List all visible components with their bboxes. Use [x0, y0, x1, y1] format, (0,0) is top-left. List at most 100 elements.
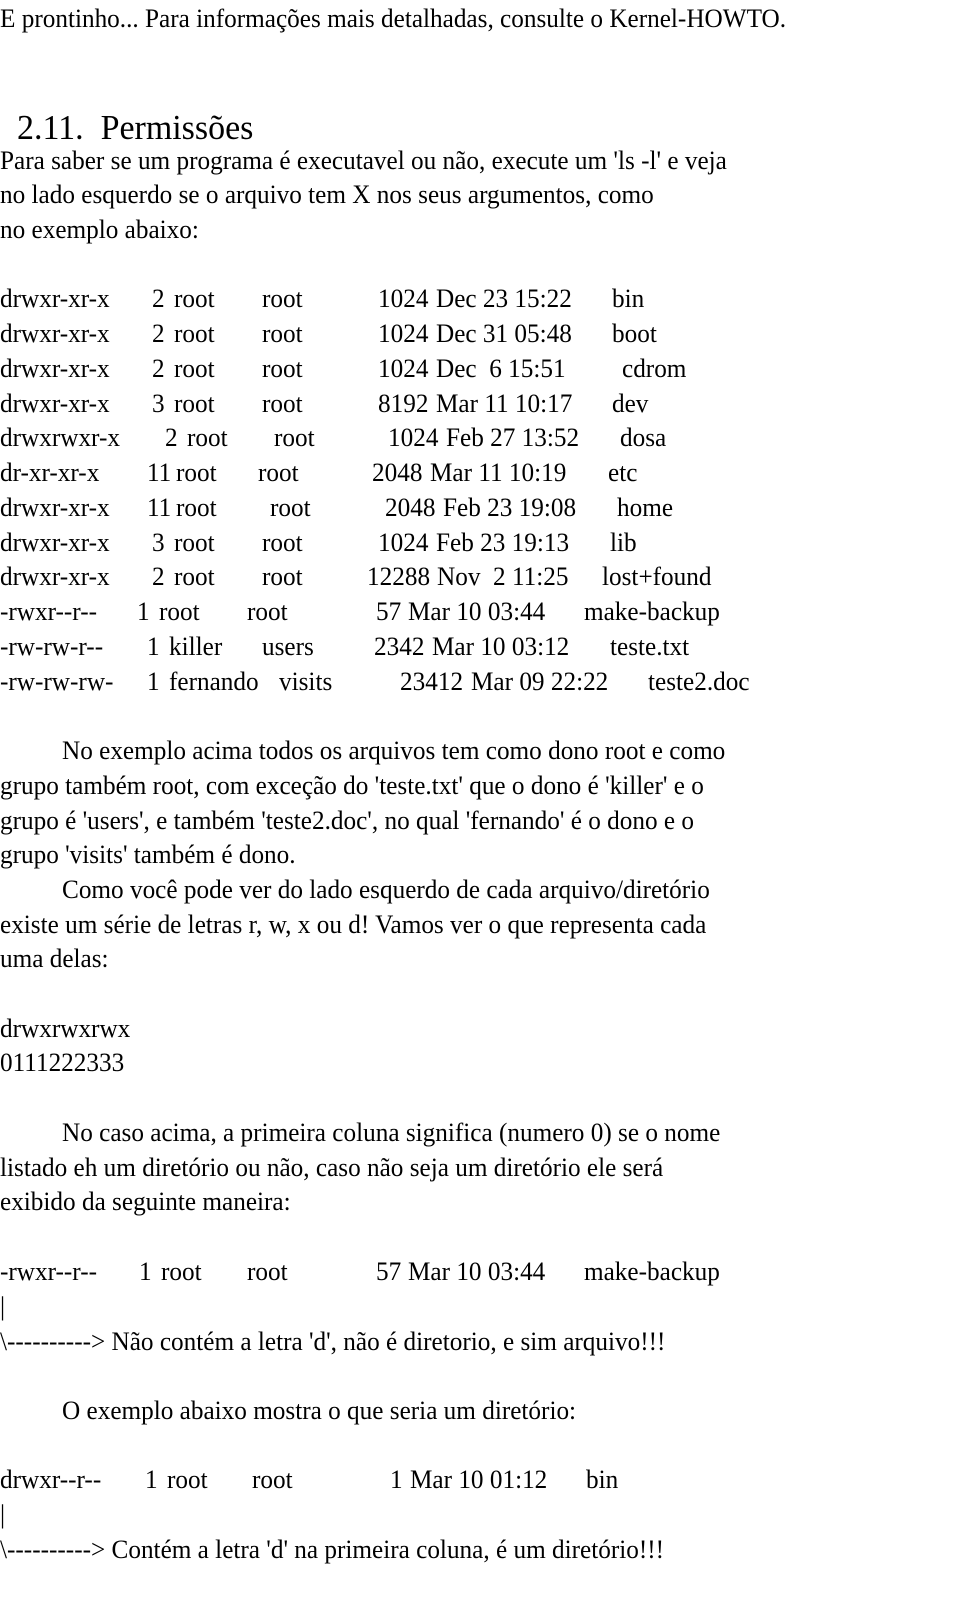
file-example-links: 1 [139, 1257, 152, 1286]
dir-example-pipe: | [0, 1500, 6, 1529]
paragraph-1-line: no lado esquerdo se o arquivo tem X nos … [0, 180, 654, 209]
listing-date: Mar 11 10:19 [430, 458, 567, 487]
listing-perms: -rwxr--r-- [0, 597, 98, 626]
listing-links: 1 [147, 632, 160, 661]
listing-row: drwxr-xr-x 3 root root 1024 Feb 23 19:13… [0, 526, 960, 560]
file-example-group: root [247, 1257, 288, 1286]
listing-name: dev [612, 389, 649, 418]
listing-perms: drwxr-xr-x [0, 389, 110, 418]
listing-row: dr-xr-xr-x 11 root root 2048 Mar 11 10:1… [0, 456, 960, 490]
listing-owner: root [176, 458, 217, 487]
listing-group: root [262, 528, 303, 557]
file-example-date: Mar 10 03:44 [408, 1257, 546, 1286]
file-example-size: 57 [376, 1257, 402, 1286]
listing-name: dosa [620, 423, 667, 452]
listing-owner: root [174, 389, 215, 418]
listing-perms: drwxr-xr-x [0, 354, 110, 383]
listing-size: 23412 [400, 667, 464, 696]
listing-date: Dec 31 05:48 [436, 319, 572, 348]
listing-row: drwxr-xr-x 3 root root 8192 Mar 11 10:17… [0, 387, 960, 421]
listing-name: bin [612, 284, 645, 313]
listing-links: 2 [152, 284, 165, 313]
listing-size: 8192 [378, 389, 429, 418]
paragraph-4-line: No caso acima, a primeira coluna signifi… [62, 1118, 721, 1147]
listing-perms: -rw-rw-rw- [0, 667, 114, 696]
perm-digits: 0111222333 [0, 1048, 125, 1077]
listing-date: Feb 23 19:13 [436, 528, 570, 557]
file-example-owner: root [161, 1257, 202, 1286]
listing-size: 12288 [367, 562, 431, 591]
dir-example-links: 1 [145, 1465, 158, 1494]
paragraph-4-line: listado eh um diretório ou não, caso não… [0, 1153, 664, 1182]
listing-links: 2 [152, 562, 165, 591]
file-example-row: -rwxr--r-- 1 root root 57 Mar 10 03:44 m… [0, 1255, 960, 1289]
listing-date: Feb 27 13:52 [446, 423, 580, 452]
listing-row: drwxr-xr-x 2 root root 1024 Dec 23 15:22… [0, 282, 960, 316]
listing-name: etc [608, 458, 638, 487]
listing-group: visits [279, 667, 333, 696]
listing-size: 1024 [378, 284, 429, 313]
listing-name: teste.txt [610, 632, 690, 661]
listing-name: lib [610, 528, 637, 557]
perm-letters: drwxrwxrwx [0, 1014, 131, 1043]
listing-name: home [617, 493, 674, 522]
listing-size: 2048 [385, 493, 436, 522]
listing-size: 57 [376, 597, 402, 626]
listing-perms: drwxr-xr-x [0, 319, 110, 348]
listing-links: 11 [147, 458, 172, 487]
listing-date: Mar 10 03:12 [432, 632, 570, 661]
listing-perms: drwxr-xr-x [0, 284, 110, 313]
listing-name: cdrom [622, 354, 687, 383]
listing-owner: killer [169, 632, 223, 661]
listing-date: Mar 11 10:17 [436, 389, 573, 418]
listing-owner: root [174, 284, 215, 313]
listing-owner: root [174, 319, 215, 348]
paragraph-1-line: no exemplo abaixo: [0, 215, 199, 244]
listing-owner: root [174, 528, 215, 557]
listing-date: Dec 23 15:22 [436, 284, 572, 313]
paragraph-5: O exemplo abaixo mostra o que seria um d… [62, 1396, 577, 1425]
listing-group: root [274, 423, 315, 452]
listing-size: 1024 [388, 423, 439, 452]
listing-row: -rw-rw-r-- 1 killer users 2342 Mar 10 03… [0, 630, 960, 664]
paragraph-2-line: grupo 'visits' também é dono. [0, 840, 296, 869]
paragraph-3-line: uma delas: [0, 944, 109, 973]
paragraph-1-line: Para saber se um programa é executavel o… [0, 146, 727, 175]
listing-date: Mar 09 22:22 [471, 667, 609, 696]
paragraph-2-line: No exemplo acima todos os arquivos tem c… [62, 736, 726, 765]
listing-row: drwxrwxr-x 2 root root 1024 Feb 27 13:52… [0, 421, 960, 455]
section-title: Permissões [100, 108, 254, 147]
listing-perms: drwxr-xr-x [0, 528, 110, 557]
listing-name: boot [612, 319, 657, 348]
listing-links: 11 [147, 493, 172, 522]
dir-example-perms: drwxr--r-- [0, 1465, 102, 1494]
listing-group: root [262, 284, 303, 313]
file-example-pipe: | [0, 1292, 6, 1321]
file-example-note: \----------> Não contém a letra 'd', não… [0, 1327, 666, 1356]
listing-size: 1024 [378, 354, 429, 383]
listing-owner: root [176, 493, 217, 522]
paragraph-3-line: existe um série de letras r, w, x ou d! … [0, 910, 707, 939]
listing-group: root [262, 562, 303, 591]
listing-name: lost+found [602, 562, 712, 591]
dir-example-owner: root [167, 1465, 208, 1494]
listing-size: 1024 [378, 528, 429, 557]
listing-group: root [247, 597, 288, 626]
dir-example-size: 1 [390, 1465, 403, 1494]
listing-date: Mar 10 03:44 [408, 597, 546, 626]
section-heading: 2.11. Permissões [0, 62, 253, 147]
listing-row: drwxr-xr-x 2 root root 1024 Dec 31 05:48… [0, 317, 960, 351]
listing-links: 2 [165, 423, 178, 452]
listing-group: root [262, 389, 303, 418]
listing-links: 2 [152, 354, 165, 383]
dir-example-name: bin [586, 1465, 619, 1494]
section-number: 2.11. [16, 108, 84, 147]
listing-row: drwxr-xr-x 2 root root 1024 Dec 6 15:51 … [0, 352, 960, 386]
listing-perms: -rw-rw-r-- [0, 632, 104, 661]
listing-owner: root [159, 597, 200, 626]
listing-name: teste2.doc [648, 667, 750, 696]
listing-group: users [262, 632, 314, 661]
paragraph-2-line: grupo é 'users', e também 'teste2.doc', … [0, 806, 695, 835]
file-example-name: make-backup [584, 1257, 720, 1286]
listing-row: -rw-rw-rw- 1 fernando visits 23412 Mar 0… [0, 665, 960, 699]
